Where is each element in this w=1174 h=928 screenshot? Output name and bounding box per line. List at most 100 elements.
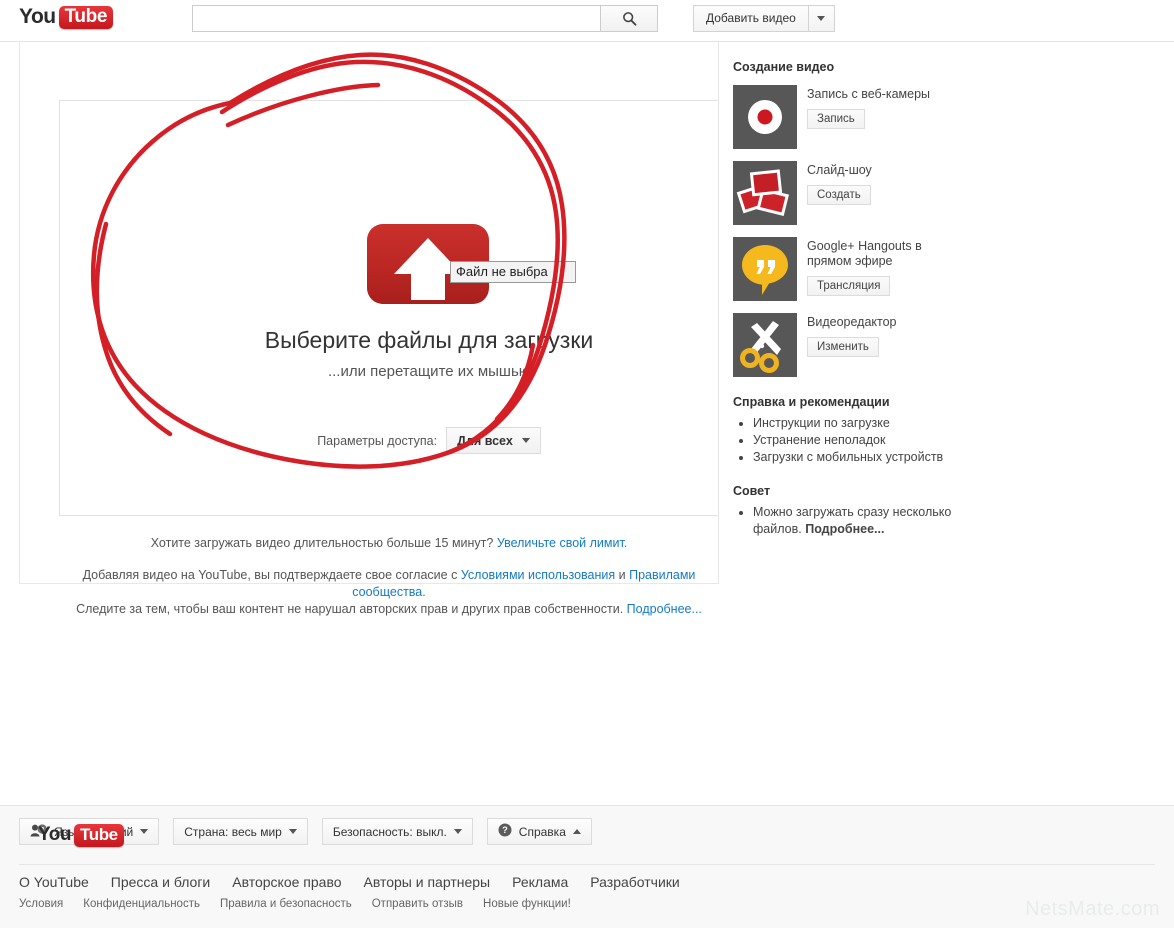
footer-link-copyright[interactable]: Авторское право bbox=[232, 874, 341, 890]
sidebar-card-video-editor: Видеоредактор Изменить bbox=[733, 313, 963, 377]
logo-tube-text: Tube bbox=[64, 5, 108, 27]
add-video-dropdown-button[interactable] bbox=[808, 5, 835, 32]
list-item: Инструкции по загрузке bbox=[753, 415, 963, 432]
footer-controls: You Tube ? Язык: Русский С bbox=[19, 818, 592, 847]
help-link-mobile-uploads[interactable]: Загрузки с мобильных устройств bbox=[753, 450, 943, 464]
sidebar-card-webcam: Запись с веб-камеры Запись bbox=[733, 85, 963, 149]
add-video-button[interactable]: Добавить видео bbox=[693, 5, 809, 32]
site-watermark: NetsMate.com bbox=[1025, 898, 1160, 920]
card-body: Google+ Hangouts в прямом эфире Трансляц… bbox=[807, 237, 963, 301]
footer-link-new-features[interactable]: Новые функции! bbox=[483, 898, 571, 910]
country-label: Страна: весь мир bbox=[184, 824, 282, 839]
legal-text-1: Добавляя видео на YouTube, вы подтвержда… bbox=[82, 568, 461, 582]
logo-tube-box: Tube bbox=[73, 823, 124, 847]
broadcast-button[interactable]: Трансляция bbox=[807, 276, 891, 296]
list-item: Можно загружать сразу несколько файлов. … bbox=[753, 504, 963, 538]
privacy-row: Параметры доступа: Для всех bbox=[99, 427, 759, 454]
safety-mode-selector[interactable]: Безопасность: выкл. bbox=[321, 818, 473, 845]
add-video-button-group: Добавить видео bbox=[693, 5, 835, 32]
help-link-list: Инструкции по загрузке Устранение непола… bbox=[735, 415, 963, 466]
tip-list: Можно загружать сразу несколько файлов. … bbox=[735, 504, 963, 538]
safety-label: Безопасность: выкл. bbox=[332, 824, 447, 839]
country-selector[interactable]: Страна: весь мир bbox=[173, 818, 308, 845]
sidebar-heading: Создание видео bbox=[733, 60, 835, 74]
top-header-bar: You Tube Добавить видео bbox=[0, 0, 1174, 42]
footer-link-about[interactable]: О YouTube bbox=[19, 874, 89, 890]
youtube-upload-page: You Tube Добавить видео Выберите файлы д… bbox=[0, 0, 1174, 928]
create-slideshow-button[interactable]: Создать bbox=[807, 185, 871, 205]
footer-link-policy-safety[interactable]: Правила и безопасность bbox=[220, 898, 352, 910]
legal-notice: Добавляя видео на YouTube, вы подтвержда… bbox=[59, 567, 719, 618]
logo-tube-text: Tube bbox=[79, 824, 118, 844]
logo-you-text: You bbox=[38, 824, 71, 845]
footer-link-press[interactable]: Пресса и блоги bbox=[111, 874, 210, 890]
chevron-down-icon bbox=[288, 829, 297, 834]
search-bar bbox=[192, 5, 658, 32]
legal-text-and: и bbox=[615, 568, 630, 582]
footer-link-advertising[interactable]: Реклама bbox=[512, 874, 568, 890]
page-footer: You Tube ? Язык: Русский С bbox=[0, 805, 1174, 928]
help-link-upload-instructions[interactable]: Инструкции по загрузке bbox=[753, 416, 890, 430]
upload-limit-notice: Хотите загружать видео длительностью бол… bbox=[59, 536, 719, 550]
record-button[interactable]: Запись bbox=[807, 109, 865, 129]
scissors-icon[interactable] bbox=[733, 313, 797, 377]
chevron-down-icon bbox=[817, 16, 826, 21]
chevron-up-icon bbox=[572, 829, 581, 834]
sidebar-card-slideshow: Слайд-шоу Создать bbox=[733, 161, 963, 225]
sidebar-card-hangouts: Google+ Hangouts в прямом эфире Трансляц… bbox=[733, 237, 963, 301]
dropzone-subtitle: ...или перетащите их мышью bbox=[327, 363, 531, 380]
upload-content-frame: Выберите файлы для загрузки ...или перет… bbox=[19, 42, 719, 616]
footer-link-send-feedback[interactable]: Отправить отзыв bbox=[372, 898, 463, 910]
footer-link-terms[interactable]: Условия bbox=[19, 898, 63, 910]
footer-link-developers[interactable]: Разработчики bbox=[590, 874, 679, 890]
tip-more-link[interactable]: Подробнее... bbox=[805, 522, 884, 536]
terms-of-use-link[interactable]: Условиями использования bbox=[461, 568, 615, 582]
right-sidebar: Создание видео Запись с веб-камеры Запис… bbox=[733, 60, 963, 538]
card-body: Видеоредактор Изменить bbox=[807, 313, 897, 377]
help-link-troubleshooting[interactable]: Устранение неполадок bbox=[753, 433, 885, 447]
chevron-down-icon bbox=[521, 438, 530, 443]
help-label: Справка bbox=[518, 824, 566, 839]
logo-you-text: You bbox=[19, 5, 56, 28]
list-item: Устранение неполадок bbox=[753, 432, 963, 449]
tip-heading: Совет bbox=[733, 484, 771, 498]
file-dropzone[interactable]: Выберите файлы для загрузки ...или перет… bbox=[59, 100, 719, 516]
card-title: Слайд-шоу bbox=[807, 163, 872, 177]
privacy-select[interactable]: Для всех bbox=[446, 427, 541, 454]
privacy-selected-value: Для всех bbox=[457, 433, 513, 448]
search-button[interactable] bbox=[600, 5, 658, 32]
footer-divider bbox=[19, 864, 1155, 865]
edit-video-button[interactable]: Изменить bbox=[807, 337, 879, 357]
footer-link-creators[interactable]: Авторы и партнеры bbox=[364, 874, 491, 890]
card-title: Видеоредактор bbox=[807, 315, 897, 329]
card-body: Слайд-шоу Создать bbox=[807, 161, 872, 225]
search-icon bbox=[622, 11, 637, 26]
youtube-logo[interactable]: You Tube bbox=[19, 5, 113, 29]
dropzone-title: Выберите файлы для загрузки bbox=[264, 327, 594, 353]
increase-limit-link[interactable]: Увеличьте свой лимит. bbox=[497, 536, 627, 550]
footer-secondary-links: Условия Конфиденциальность Правила и без… bbox=[19, 898, 571, 910]
hangouts-icon[interactable] bbox=[733, 237, 797, 301]
card-title: Запись с веб-камеры bbox=[807, 87, 931, 101]
footer-link-privacy[interactable]: Конфиденциальность bbox=[83, 898, 200, 910]
list-item: Загрузки с мобильных устройств bbox=[753, 449, 963, 466]
card-title: Google+ Hangouts в прямом эфире bbox=[807, 239, 922, 268]
legal-more-link[interactable]: Подробнее... bbox=[627, 602, 702, 616]
chevron-down-icon bbox=[453, 829, 462, 834]
slideshow-photos-icon[interactable] bbox=[733, 161, 797, 225]
question-circle-icon: ? bbox=[498, 823, 512, 840]
webcam-record-icon[interactable] bbox=[733, 85, 797, 149]
footer-youtube-logo[interactable]: You Tube bbox=[38, 823, 124, 847]
file-input-status: Файл не выбра bbox=[450, 261, 576, 283]
logo-tube-box: Tube bbox=[58, 5, 113, 29]
legal-text-2: Следите за тем, чтобы ваш контент не нар… bbox=[76, 602, 627, 616]
privacy-label: Параметры доступа: bbox=[317, 433, 438, 448]
help-heading: Справка и рекомендации bbox=[733, 395, 890, 409]
footer-primary-links: О YouTube Пресса и блоги Авторское право… bbox=[19, 874, 680, 890]
upload-limit-text: Хотите загружать видео длительностью бол… bbox=[150, 536, 497, 550]
search-input[interactable] bbox=[192, 5, 600, 32]
chevron-down-icon bbox=[140, 829, 149, 834]
card-body: Запись с веб-камеры Запись bbox=[807, 85, 930, 149]
help-button[interactable]: ? Справка bbox=[486, 818, 592, 845]
svg-text:?: ? bbox=[502, 825, 508, 835]
